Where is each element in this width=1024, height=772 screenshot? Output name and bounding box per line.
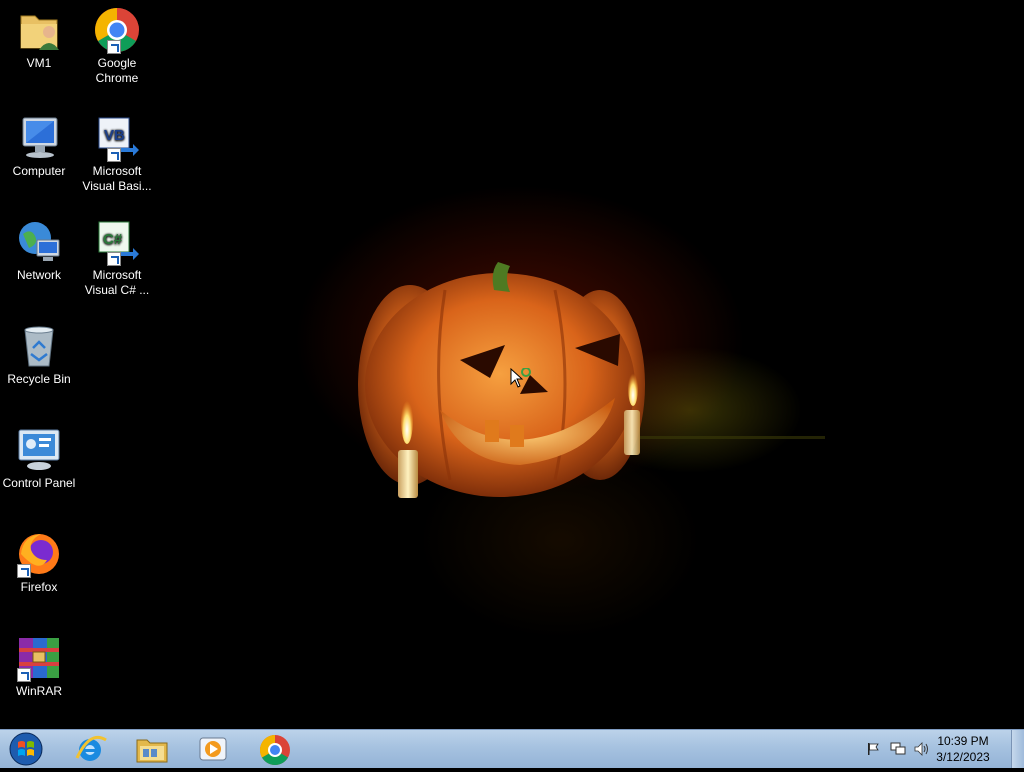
shortcut-arrow-icon: [107, 40, 121, 54]
wallpaper-pumpkin: [358, 262, 825, 498]
internet-explorer-icon: [75, 735, 107, 761]
network-icon: [15, 218, 63, 266]
chrome-icon: [259, 735, 290, 766]
user-folder-icon: [15, 6, 63, 54]
desktop-icon-microsoft-visual-csharp[interactable]: C# Microsoft Visual C# ...: [79, 218, 155, 298]
media-player-icon: [199, 737, 227, 761]
desktop[interactable]: VM1 Google Chrome Computer VB Microsoft …: [0, 0, 1024, 729]
control-panel-icon: [15, 426, 63, 474]
desktop-icon-label: VM1: [26, 56, 52, 70]
desktop-icon-label: Network: [16, 268, 61, 282]
winrar-icon: [15, 634, 63, 682]
taskbar-media-player[interactable]: [196, 732, 232, 766]
shortcut-arrow-icon: [17, 564, 31, 578]
system-tray: [862, 730, 932, 769]
clock-time[interactable]: 10:39 PM: [928, 734, 998, 748]
desktop-icon-microsoft-visual-basic[interactable]: VB Microsoft Visual Basi...: [79, 114, 155, 194]
svg-text:VB: VB: [104, 127, 125, 144]
desktop-icon-recycle-bin[interactable]: Recycle Bin: [1, 322, 77, 387]
shortcut-arrow-icon: [17, 668, 31, 682]
desktop-icon-label: Control Panel: [2, 476, 76, 490]
taskbar-windows-explorer[interactable]: [134, 732, 170, 766]
folder-icon: [136, 739, 168, 763]
recycle-bin-icon: [15, 322, 63, 370]
desktop-icon-label: Firefox: [20, 580, 58, 594]
desktop-icon-label: Google Chrome: [95, 56, 139, 85]
chrome-icon: [93, 6, 141, 54]
computer-icon: [15, 114, 63, 162]
desktop-icon-google-chrome[interactable]: Google Chrome: [79, 6, 155, 86]
taskbar-internet-explorer[interactable]: [72, 732, 108, 766]
taskbar-google-chrome[interactable]: [257, 732, 293, 766]
show-desktop-button[interactable]: [1011, 730, 1024, 768]
windows-orb-icon: [9, 732, 43, 766]
start-button[interactable]: [4, 731, 48, 767]
network-icon[interactable]: [890, 742, 906, 756]
desktop-icon-label: Microsoft Visual C# ...: [84, 268, 150, 297]
action-center-flag-icon[interactable]: [866, 742, 880, 756]
desktop-icon-winrar[interactable]: WinRAR: [1, 634, 77, 699]
mouse-cursor-icon: [510, 368, 531, 388]
desktop-icon-vm1[interactable]: VM1: [1, 6, 77, 71]
desktop-icon-control-panel[interactable]: Control Panel: [1, 426, 77, 491]
visual-csharp-icon: C#: [93, 218, 141, 266]
desktop-icon-firefox[interactable]: Firefox: [1, 530, 77, 595]
shortcut-arrow-icon: [107, 148, 121, 162]
visual-basic-icon: VB: [93, 114, 141, 162]
desktop-icon-label: WinRAR: [15, 684, 62, 698]
desktop-icon-label: Computer: [12, 164, 66, 178]
firefox-icon: [15, 530, 63, 578]
svg-text:C#: C#: [103, 231, 123, 248]
desktop-icon-label: Recycle Bin: [7, 372, 71, 386]
desktop-icon-network[interactable]: Network: [1, 218, 77, 283]
clock-date[interactable]: 3/12/2023: [928, 750, 998, 764]
desktop-icon-label: Microsoft Visual Basi...: [82, 164, 152, 193]
taskbar: 10:39 PM 3/12/2023: [0, 729, 1024, 768]
shortcut-arrow-icon: [107, 252, 121, 266]
desktop-icon-computer[interactable]: Computer: [1, 114, 77, 179]
